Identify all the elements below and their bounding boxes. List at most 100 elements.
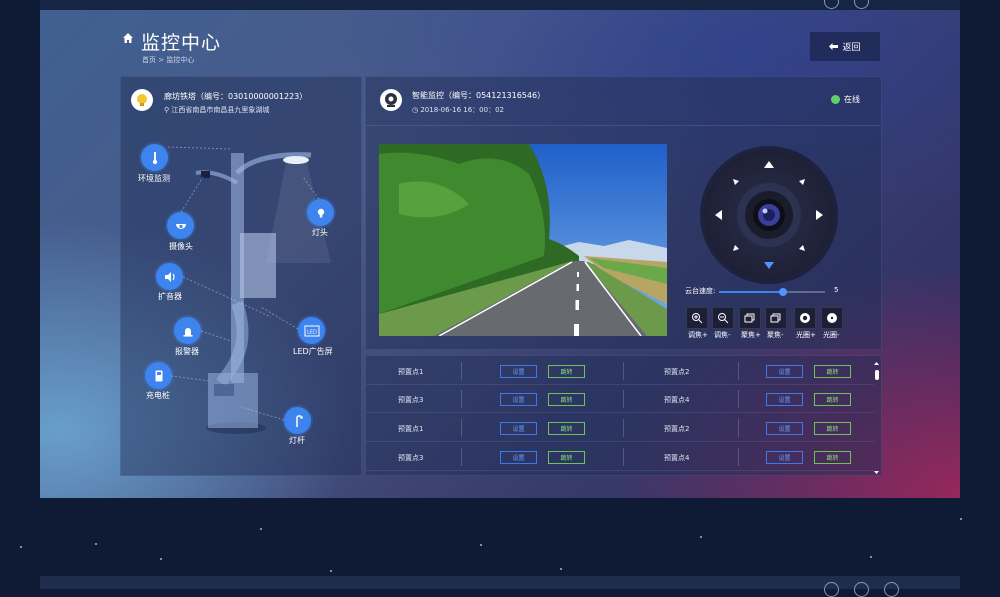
starfield-background (0, 498, 1000, 578)
iris-open-button[interactable] (794, 307, 816, 329)
bottom-circle-button[interactable] (824, 582, 839, 597)
device-connector-lines (167, 146, 320, 421)
column-divider (623, 362, 624, 380)
breadcrumb[interactable]: 首页 > 监控中心 (142, 55, 194, 65)
preset-row: 预置点1 设置 跳转 预置点2 设置 跳转 (366, 356, 874, 385)
preset-name: 预置点3 (398, 396, 424, 404)
bottom-circle-button[interactable] (884, 582, 899, 597)
iris-close-button[interactable] (821, 307, 843, 329)
preset-set-button[interactable]: 设置 (500, 422, 537, 435)
preset-row: 预置点3 设置 跳转 预置点4 设置 跳转 (366, 442, 874, 471)
preset-set-button[interactable]: 设置 (500, 365, 537, 378)
home-icon[interactable] (122, 32, 134, 44)
preset-jump-button[interactable]: 跳转 (814, 393, 851, 406)
status-badge: 在线 (831, 94, 860, 105)
preset-jump-button[interactable]: 跳转 (814, 451, 851, 464)
focus-plus-icon (744, 313, 755, 323)
preset-jump-button[interactable]: 跳转 (548, 422, 585, 435)
control-label: 光圈+ (796, 331, 816, 339)
ptz-speed-value: 5 (834, 286, 839, 294)
iris-open-icon (800, 313, 810, 323)
preset-jump-button[interactable]: 跳转 (548, 393, 585, 406)
column-divider (738, 390, 739, 408)
back-label: 返回 (842, 43, 861, 53)
preset-name: 预置点1 (398, 368, 424, 376)
zoom-in-button[interactable] (686, 307, 708, 329)
ptz-direction-pad (703, 149, 835, 281)
column-divider (461, 390, 462, 408)
preset-jump-button[interactable]: 跳转 (548, 365, 585, 378)
preset-name: 预置点4 (664, 396, 690, 404)
ptz-down-arrow-icon[interactable] (764, 262, 774, 269)
back-button[interactable]: 返回 (810, 32, 880, 61)
preset-set-button[interactable]: 设置 (500, 451, 537, 464)
iris-close-icon (827, 313, 837, 323)
webcam-icon (385, 93, 397, 107)
top-circle-button[interactable] (854, 0, 869, 9)
control-label: 聚焦- (767, 331, 784, 339)
column-divider (623, 419, 624, 437)
bottom-window-strip (40, 576, 960, 597)
ptz-up-left-arrow-icon[interactable] (733, 179, 739, 185)
column-divider (461, 362, 462, 380)
ptz-arrows (715, 161, 823, 269)
zoom-out-icon (718, 313, 729, 324)
preset-name: 预置点3 (398, 454, 424, 462)
column-divider (738, 448, 739, 466)
camera-avatar (380, 89, 402, 111)
bottom-circle-button[interactable] (854, 582, 869, 597)
control-label: 聚焦+ (741, 331, 761, 339)
preset-name: 预置点2 (664, 368, 690, 376)
ptz-right-arrow-icon[interactable] (816, 210, 823, 220)
top-circle-button[interactable] (824, 0, 839, 9)
ptz-up-arrow-icon[interactable] (764, 161, 774, 168)
header-divider (366, 125, 881, 126)
tower-panel: 廊坊铁塔（编号：03010000001223） ⚲ 江西省南昌市南昌县九里象湖城… (120, 76, 362, 476)
preset-set-button[interactable]: 设置 (766, 422, 803, 435)
ptz-speed-label: 云台速度: (685, 287, 716, 295)
control-label: 光圈- (823, 331, 840, 339)
focus-plus-button[interactable] (739, 307, 761, 329)
top-window-strip (40, 0, 960, 10)
column-divider (623, 390, 624, 408)
preset-set-button[interactable]: 设置 (500, 393, 537, 406)
preset-list: 预置点1 设置 跳转 预置点2 设置 跳转 预置点3 设置 跳转 预置点4 设置… (365, 355, 882, 476)
video-feed[interactable] (379, 144, 667, 336)
preset-row: 预置点3 设置 跳转 预置点4 设置 跳转 (366, 384, 874, 413)
zoom-out-button[interactable] (712, 307, 734, 329)
page-title: 监控中心 (141, 32, 222, 54)
scrollbar-thumb[interactable] (875, 370, 879, 380)
column-divider (623, 448, 624, 466)
zoom-in-icon (692, 313, 703, 324)
preset-name: 预置点2 (664, 425, 690, 433)
preset-jump-button[interactable]: 跳转 (814, 422, 851, 435)
preset-row: 预置点1 设置 跳转 预置点2 设置 跳转 (366, 413, 874, 442)
ptz-speed-handle[interactable] (778, 288, 787, 296)
column-divider (461, 419, 462, 437)
preset-set-button[interactable]: 设置 (766, 451, 803, 464)
preset-name: 预置点4 (664, 454, 690, 462)
focus-minus-icon (770, 313, 781, 323)
ptz-down-right-arrow-icon[interactable] (799, 245, 805, 251)
back-arrow-icon (829, 43, 839, 50)
preset-name: 预置点1 (398, 425, 424, 433)
ptz-left-arrow-icon[interactable] (715, 210, 722, 220)
preset-jump-button[interactable]: 跳转 (814, 365, 851, 378)
preset-set-button[interactable]: 设置 (766, 365, 803, 378)
preset-jump-button[interactable]: 跳转 (548, 451, 585, 464)
focus-minus-button[interactable] (765, 307, 787, 329)
camera-datetime-row: ◷ 2018-06-16 16：00：02 (412, 105, 504, 115)
ptz-down-left-arrow-icon[interactable] (733, 245, 739, 251)
monitor-center-frame: 监控中心 首页 > 监控中心 返回 廊坊铁塔（编号：03010000001223… (40, 10, 960, 498)
preset-set-button[interactable]: 设置 (766, 393, 803, 406)
ptz-up-right-arrow-icon[interactable] (799, 179, 805, 185)
control-label: 调焦- (714, 331, 731, 339)
camera-name: 智能监控（编号：054121316546） (412, 91, 546, 100)
ptz-speed-slider[interactable] (719, 288, 825, 296)
status-label: 在线 (844, 95, 860, 104)
check-circle-icon (831, 95, 840, 104)
column-divider (738, 419, 739, 437)
camera-datetime: 2018-06-16 16：00：02 (420, 106, 504, 114)
column-divider (461, 448, 462, 466)
control-label: 调焦+ (688, 331, 708, 339)
